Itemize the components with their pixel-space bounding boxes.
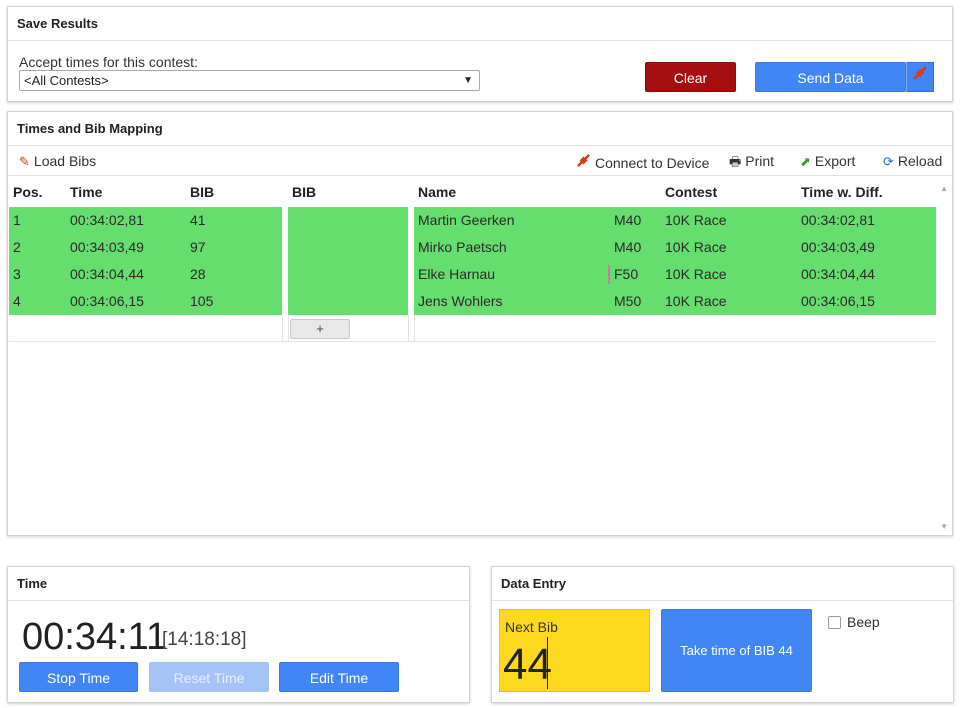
add-bib-button[interactable]: + [290,319,350,339]
row-name: Martin Geerken [418,212,515,228]
table-row[interactable]: 1 00:34:02,81 41 Martin Geerken M40 10K … [9,207,936,234]
print-label: Print [745,153,775,169]
column-separator [282,207,288,315]
table-row[interactable]: 2 00:34:03,49 97 Mirko Paetsch M40 10K R… [9,234,936,261]
row-age-group: M50 [614,293,642,309]
times-panel-title: Times and Bib Mapping [8,112,952,146]
row-time: 00:34:03,49 [70,239,144,255]
beep-checkbox[interactable]: Beep [828,614,880,630]
row-time: 00:34:04,44 [70,266,144,282]
column-divider [288,315,289,341]
take-time-button[interactable]: Take time of BIB 44 [661,609,812,692]
row-time-diff: 00:34:03,49 [801,239,875,255]
reload-icon: ⟳ [883,154,894,169]
reload-button[interactable]: ⟳ Reload [883,153,942,170]
row-contest: 10K Race [665,239,727,255]
header-pos: Pos. [13,184,43,200]
checkbox-icon[interactable] [828,616,841,629]
chevron-down-icon: ▼ [463,75,473,86]
plug-icon [576,153,591,171]
row-pos: 4 [13,293,21,309]
save-results-panel: Save Results Accept times for this conte… [7,6,953,102]
edit-time-button[interactable]: Edit Time [279,662,399,692]
send-connection-button[interactable] [906,62,934,92]
load-icon: ✎ [19,154,30,169]
data-entry-panel: Data Entry Next Bib 44 Take time of BIB … [491,566,954,703]
export-button[interactable]: ⬈ Export [800,153,855,170]
header-time-diff: Time w. Diff. [801,184,883,200]
column-divider [408,315,409,341]
row-pos: 2 [13,239,21,255]
next-bib-label: Next Bib [505,619,558,635]
row-name: Elke Harnau [418,266,496,282]
grid-header: Pos. Time BIB BIB Name Contest Time w. D… [8,180,936,206]
row-bib: 41 [190,212,206,228]
export-icon: ⬈ [800,154,811,169]
row-bib: 28 [190,266,206,282]
row-name: Mirko Paetsch [418,239,507,255]
row-time: 00:34:06,15 [70,293,144,309]
row-bib: 97 [190,239,206,255]
beep-label: Beep [847,614,880,630]
header-name: Name [418,184,457,200]
toolbar: ✎ Load Bibs Connect to Device 🖶 Print ⬈ Exp… [8,146,952,176]
time-panel-title: Time [8,567,469,601]
header-bib-input: BIB [292,184,317,200]
row-time-diff: 00:34:04,44 [801,266,875,282]
contest-select-value: <All Contests> [24,73,109,88]
column-divider [282,315,283,341]
send-data-button[interactable]: Send Data [755,62,906,92]
connect-label: Connect to Device [595,155,710,171]
reload-label: Reload [897,153,943,169]
row-age-group: M40 [614,212,642,228]
scroll-up-icon[interactable]: ▲ [940,184,948,193]
row-age-group: M40 [614,239,642,255]
header-bib: BIB [190,184,215,200]
connect-device-button[interactable]: Connect to Device [576,153,709,171]
accept-times-label: Accept times for this contest: [19,54,198,70]
printer-icon: 🖶 [729,154,742,169]
row-contest: 10K Race [665,266,727,282]
row-contest: 10K Race [665,212,727,228]
time-panel: Time 00:34:11 [14:18:18] Stop Time Reset… [7,566,470,703]
table-row[interactable]: 4 00:34:06,15 105 Jens Wohlers M50 10K R… [9,288,936,315]
row-age-group: F50 [614,266,639,282]
race-clock: 00:34:11 [22,616,168,658]
load-bibs-button[interactable]: ✎ Load Bibs [19,153,96,170]
row-time: 00:34:02,81 [70,212,144,228]
clear-button[interactable]: Clear [645,62,736,92]
column-separator [408,207,414,315]
gender-marker [608,265,610,284]
row-pos: 1 [13,212,21,228]
times-bib-mapping-panel: Times and Bib Mapping ✎ Load Bibs Connect… [7,111,953,536]
scroll-down-icon[interactable]: ▼ [940,522,948,531]
row-pos: 3 [13,266,21,282]
header-time: Time [70,184,103,200]
row-contest: 10K Race [665,293,727,309]
plug-icon [912,66,928,84]
print-button[interactable]: 🖶 Print [729,153,774,175]
stop-time-button[interactable]: Stop Time [19,662,138,692]
header-contest: Contest [665,184,718,200]
text-cursor [547,637,548,689]
load-bibs-label: Load Bibs [33,153,97,169]
clock-time-of-day: [14:18:18] [162,629,247,650]
row-time-diff: 00:34:06,15 [801,293,875,309]
row-divider [9,341,936,342]
export-label: Export [814,153,856,169]
column-divider [414,315,415,341]
row-time-diff: 00:34:02,81 [801,212,875,228]
reset-time-button[interactable]: Reset Time [149,662,269,692]
contest-select[interactable]: <All Contests> ▼ [19,70,480,91]
row-name: Jens Wohlers [418,293,503,309]
next-bib-input[interactable]: Next Bib 44 [499,609,650,692]
table-row[interactable]: 3 00:34:04,44 28 Elke Harnau F50 10K Rac… [9,261,936,288]
row-bib: 105 [190,293,214,309]
data-entry-title: Data Entry [492,567,953,601]
next-bib-value: 44 [503,640,552,689]
save-results-title: Save Results [8,7,952,41]
